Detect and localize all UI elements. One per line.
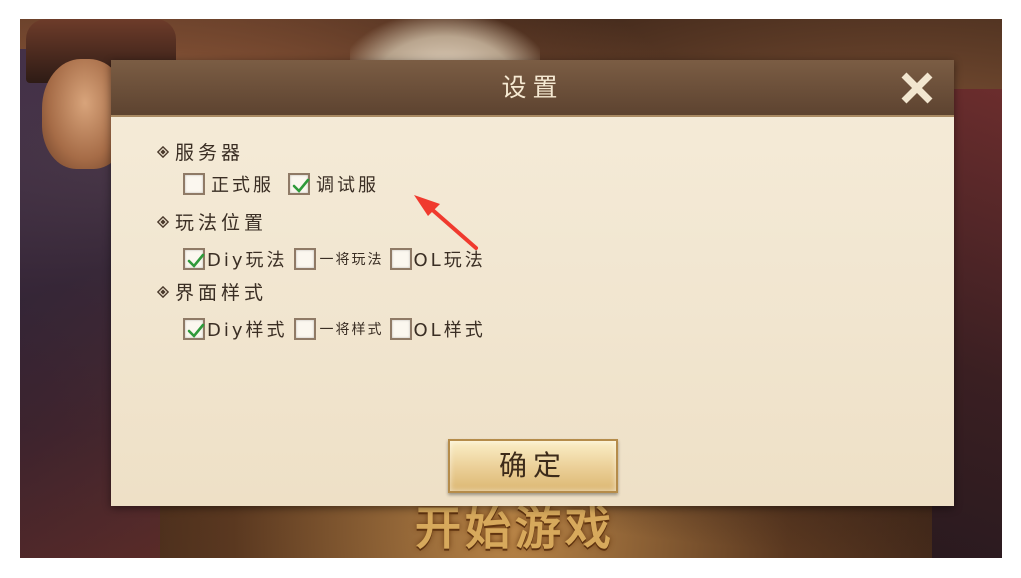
start-game-label[interactable]: 开始游戏 <box>415 498 615 558</box>
server-options: 正式服 调试服 <box>183 171 385 197</box>
option-official-server[interactable]: 正式服 <box>183 171 274 197</box>
section-gameplay-position: 玩法位置 <box>157 208 267 235</box>
option-label: 一将玩法 <box>319 252 384 268</box>
checkbox-diy-gameplay[interactable] <box>183 248 205 270</box>
checkbox-yijiang-gameplay[interactable] <box>293 248 316 270</box>
close-icon <box>901 72 933 104</box>
option-label: 调试服 <box>316 175 379 196</box>
checkbox-official-server[interactable] <box>183 173 205 195</box>
dialog-title: 设置 <box>501 73 564 102</box>
checkmark-icon <box>187 323 205 338</box>
checkbox-yijiang-style[interactable] <box>293 318 316 340</box>
checkmark-icon <box>187 253 205 268</box>
diamond-bullet-icon <box>157 285 169 298</box>
section-ui-style: 界面样式 <box>157 278 267 305</box>
option-label: 一将样式 <box>319 322 384 338</box>
option-ol-style[interactable]: OL样式 <box>389 316 486 342</box>
checkbox-diy-style[interactable] <box>183 318 205 340</box>
diamond-bullet-icon <box>157 145 169 158</box>
settings-dialog: 设置 服务器 正式服 调试服 玩法位置 Diy玩法 一将玩法 OL玩法 界面样式… <box>111 60 954 506</box>
diamond-bullet-icon <box>157 215 169 228</box>
option-yijiang-gameplay[interactable]: 一将玩法 <box>293 248 384 270</box>
option-label: 正式服 <box>211 175 274 196</box>
option-diy-style[interactable]: Diy样式 <box>183 316 288 342</box>
close-button[interactable] <box>898 69 936 107</box>
option-debug-server[interactable]: 调试服 <box>288 171 379 197</box>
checkmark-icon <box>292 178 310 193</box>
confirm-button[interactable]: 确定 <box>448 439 618 493</box>
section-title-server: 服务器 <box>175 142 245 164</box>
option-yijiang-style[interactable]: 一将样式 <box>293 318 384 340</box>
option-label: Diy玩法 <box>207 250 288 271</box>
section-server: 服务器 <box>157 138 244 165</box>
option-diy-gameplay[interactable]: Diy玩法 <box>183 246 288 272</box>
section-title-gameplay: 玩法位置 <box>175 212 268 234</box>
option-label: Diy样式 <box>207 320 288 341</box>
section-title-ui-style: 界面样式 <box>175 282 268 304</box>
ui-style-options: Diy样式 一将样式 OL样式 <box>183 316 492 342</box>
checkbox-debug-server[interactable] <box>288 173 310 195</box>
annotation-arrow-icon <box>414 195 478 250</box>
option-label: OL样式 <box>413 320 486 341</box>
checkbox-ol-style[interactable] <box>389 318 412 340</box>
